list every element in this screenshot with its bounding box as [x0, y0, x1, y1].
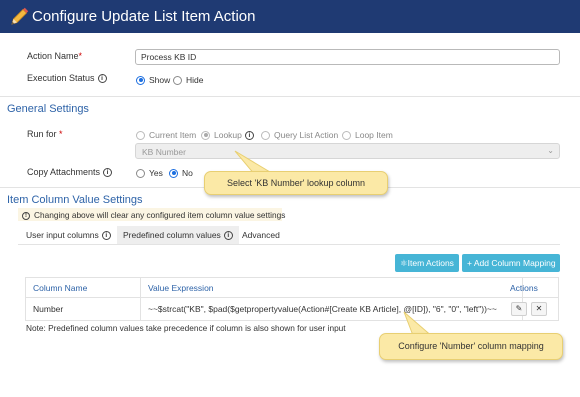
footer-note: Note: Predefined column values take prec…: [26, 323, 346, 333]
column-settings-heading: Item Column Value Settings: [7, 194, 143, 206]
copy-yes-radio[interactable]: Yes: [136, 168, 163, 178]
run-for-query-list-radio[interactable]: Query List Action: [261, 130, 338, 140]
tab-advanced[interactable]: Advanced: [236, 226, 286, 244]
divider: [0, 96, 580, 97]
column-mapping-table: Column Name Value Expression Actions Num…: [25, 277, 559, 321]
item-actions-button[interactable]: ⚛Item Actions: [395, 254, 459, 272]
info-icon: !: [22, 211, 30, 220]
lookup-callout: Select 'KB Number' lookup column: [204, 171, 388, 195]
mapping-callout: Configure 'Number' column mapping: [379, 333, 563, 360]
action-name-label: Action Name*: [27, 51, 83, 61]
run-for-lookup-radio[interactable]: Lookup i: [201, 130, 254, 140]
info-icon: i: [97, 74, 107, 84]
lookup-column-select[interactable]: KB Number ⌄: [135, 143, 560, 159]
tab-user-input-columns[interactable]: User input columns i: [20, 226, 117, 244]
action-name-input[interactable]: Process KB ID: [135, 49, 560, 65]
sitemap-icon: ⚛: [400, 258, 408, 268]
row-value-expression: ~~$strcat("KB", $pad($getpropertyvalue(A…: [148, 304, 497, 314]
run-for-label: Run for *: [27, 129, 63, 139]
info-icon: i: [244, 130, 254, 140]
pencil-icon: [11, 7, 29, 25]
close-icon: ✕: [535, 304, 543, 313]
general-settings-heading: General Settings: [7, 103, 89, 115]
window-title: Configure Update List Item Action: [32, 8, 256, 25]
exec-show-radio[interactable]: Show: [136, 75, 170, 85]
run-for-loop-item-radio[interactable]: Loop Item: [342, 130, 393, 140]
add-column-mapping-button[interactable]: + Add Column Mapping: [462, 254, 560, 272]
header-value-expression: Value Expression: [148, 283, 214, 293]
tab-divider: [18, 244, 560, 245]
header-actions: Actions: [510, 283, 538, 293]
delete-row-button[interactable]: ✕: [531, 302, 547, 316]
edit-row-button[interactable]: ✎: [511, 302, 527, 316]
pencil-icon: ✎: [515, 304, 523, 313]
run-for-current-item-radio[interactable]: Current Item: [136, 130, 196, 140]
copy-no-radio[interactable]: No: [169, 168, 193, 178]
header-column-name: Column Name: [33, 283, 88, 293]
tab-predefined-column-values[interactable]: Predefined column values i: [117, 226, 239, 244]
info-icon: i: [103, 168, 113, 178]
warning-notice: ! Changing above will clear any configure…: [18, 208, 285, 221]
info-icon: i: [223, 231, 233, 241]
required-mark: *: [78, 51, 83, 61]
info-icon: i: [101, 231, 111, 241]
exec-hide-radio[interactable]: Hide: [173, 75, 203, 85]
row-column-name: Number: [33, 304, 64, 314]
execution-status-label: Execution Status i: [27, 73, 107, 84]
title-bar: Configure Update List Item Action: [0, 0, 580, 33]
copy-attachments-label: Copy Attachments i: [27, 167, 113, 178]
chevron-down-icon: ⌄: [547, 146, 554, 155]
